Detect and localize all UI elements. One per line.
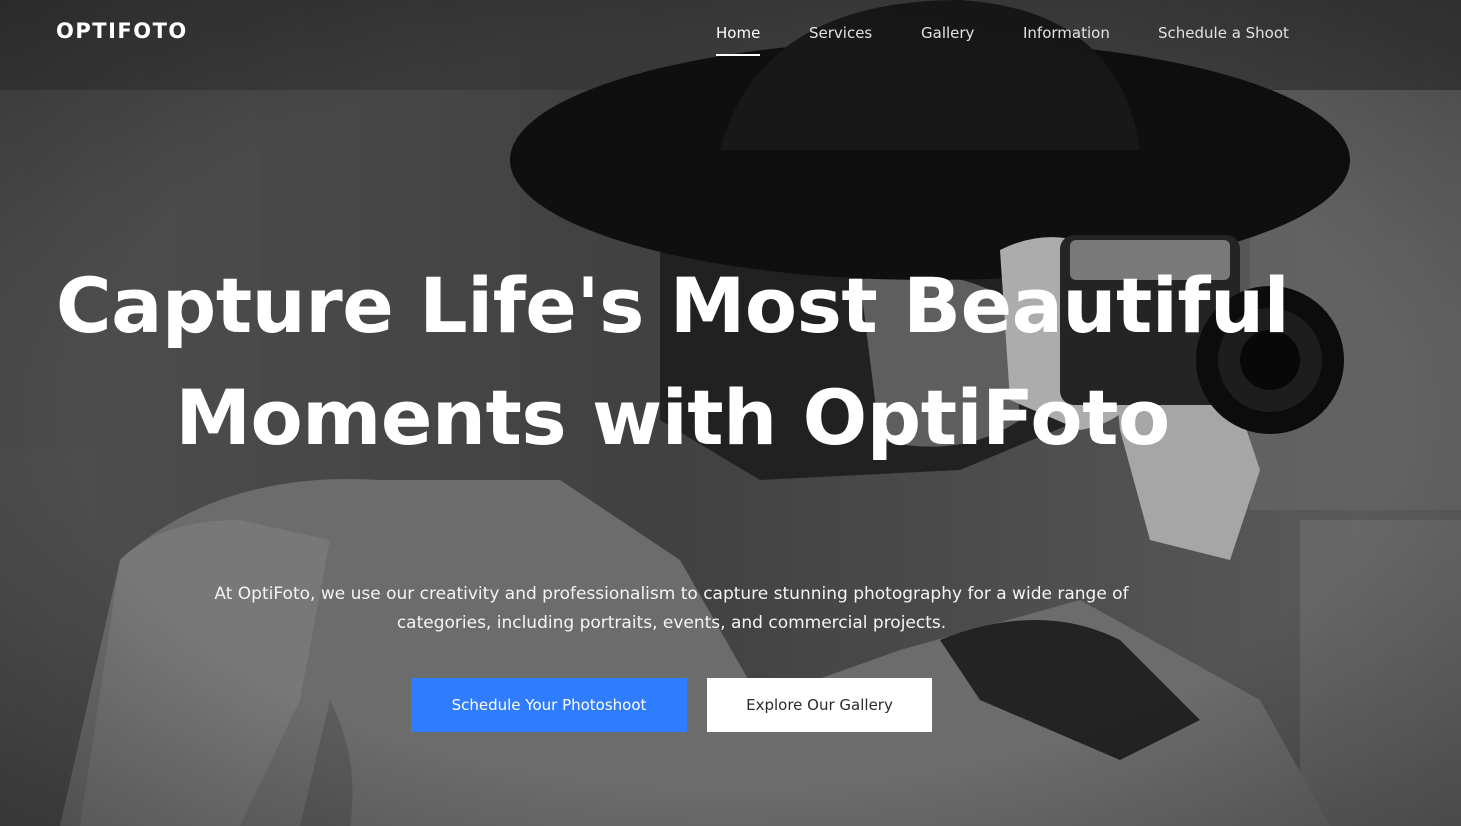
- hero-headline: Capture Life's Most Beautiful Moments wi…: [55, 261, 1290, 462]
- hero-section: OPTIFOTO Home Services Gallery Informati…: [0, 0, 1461, 826]
- hero-description: At OptiFoto, we use our creativity and p…: [214, 584, 1129, 633]
- nav-schedule-a-shoot[interactable]: Schedule a Shoot: [1158, 24, 1289, 42]
- main-nav: Home Services Gallery Information Schedu…: [0, 24, 1461, 64]
- nav-information[interactable]: Information: [1023, 24, 1110, 42]
- explore-gallery-button[interactable]: Explore Our Gallery: [707, 678, 932, 732]
- nav-gallery[interactable]: Gallery: [921, 24, 974, 42]
- nav-active-indicator: [716, 54, 760, 56]
- nav-home[interactable]: Home: [716, 24, 760, 42]
- nav-services[interactable]: Services: [809, 24, 872, 42]
- schedule-photoshoot-button[interactable]: Schedule Your Photoshoot: [411, 678, 687, 732]
